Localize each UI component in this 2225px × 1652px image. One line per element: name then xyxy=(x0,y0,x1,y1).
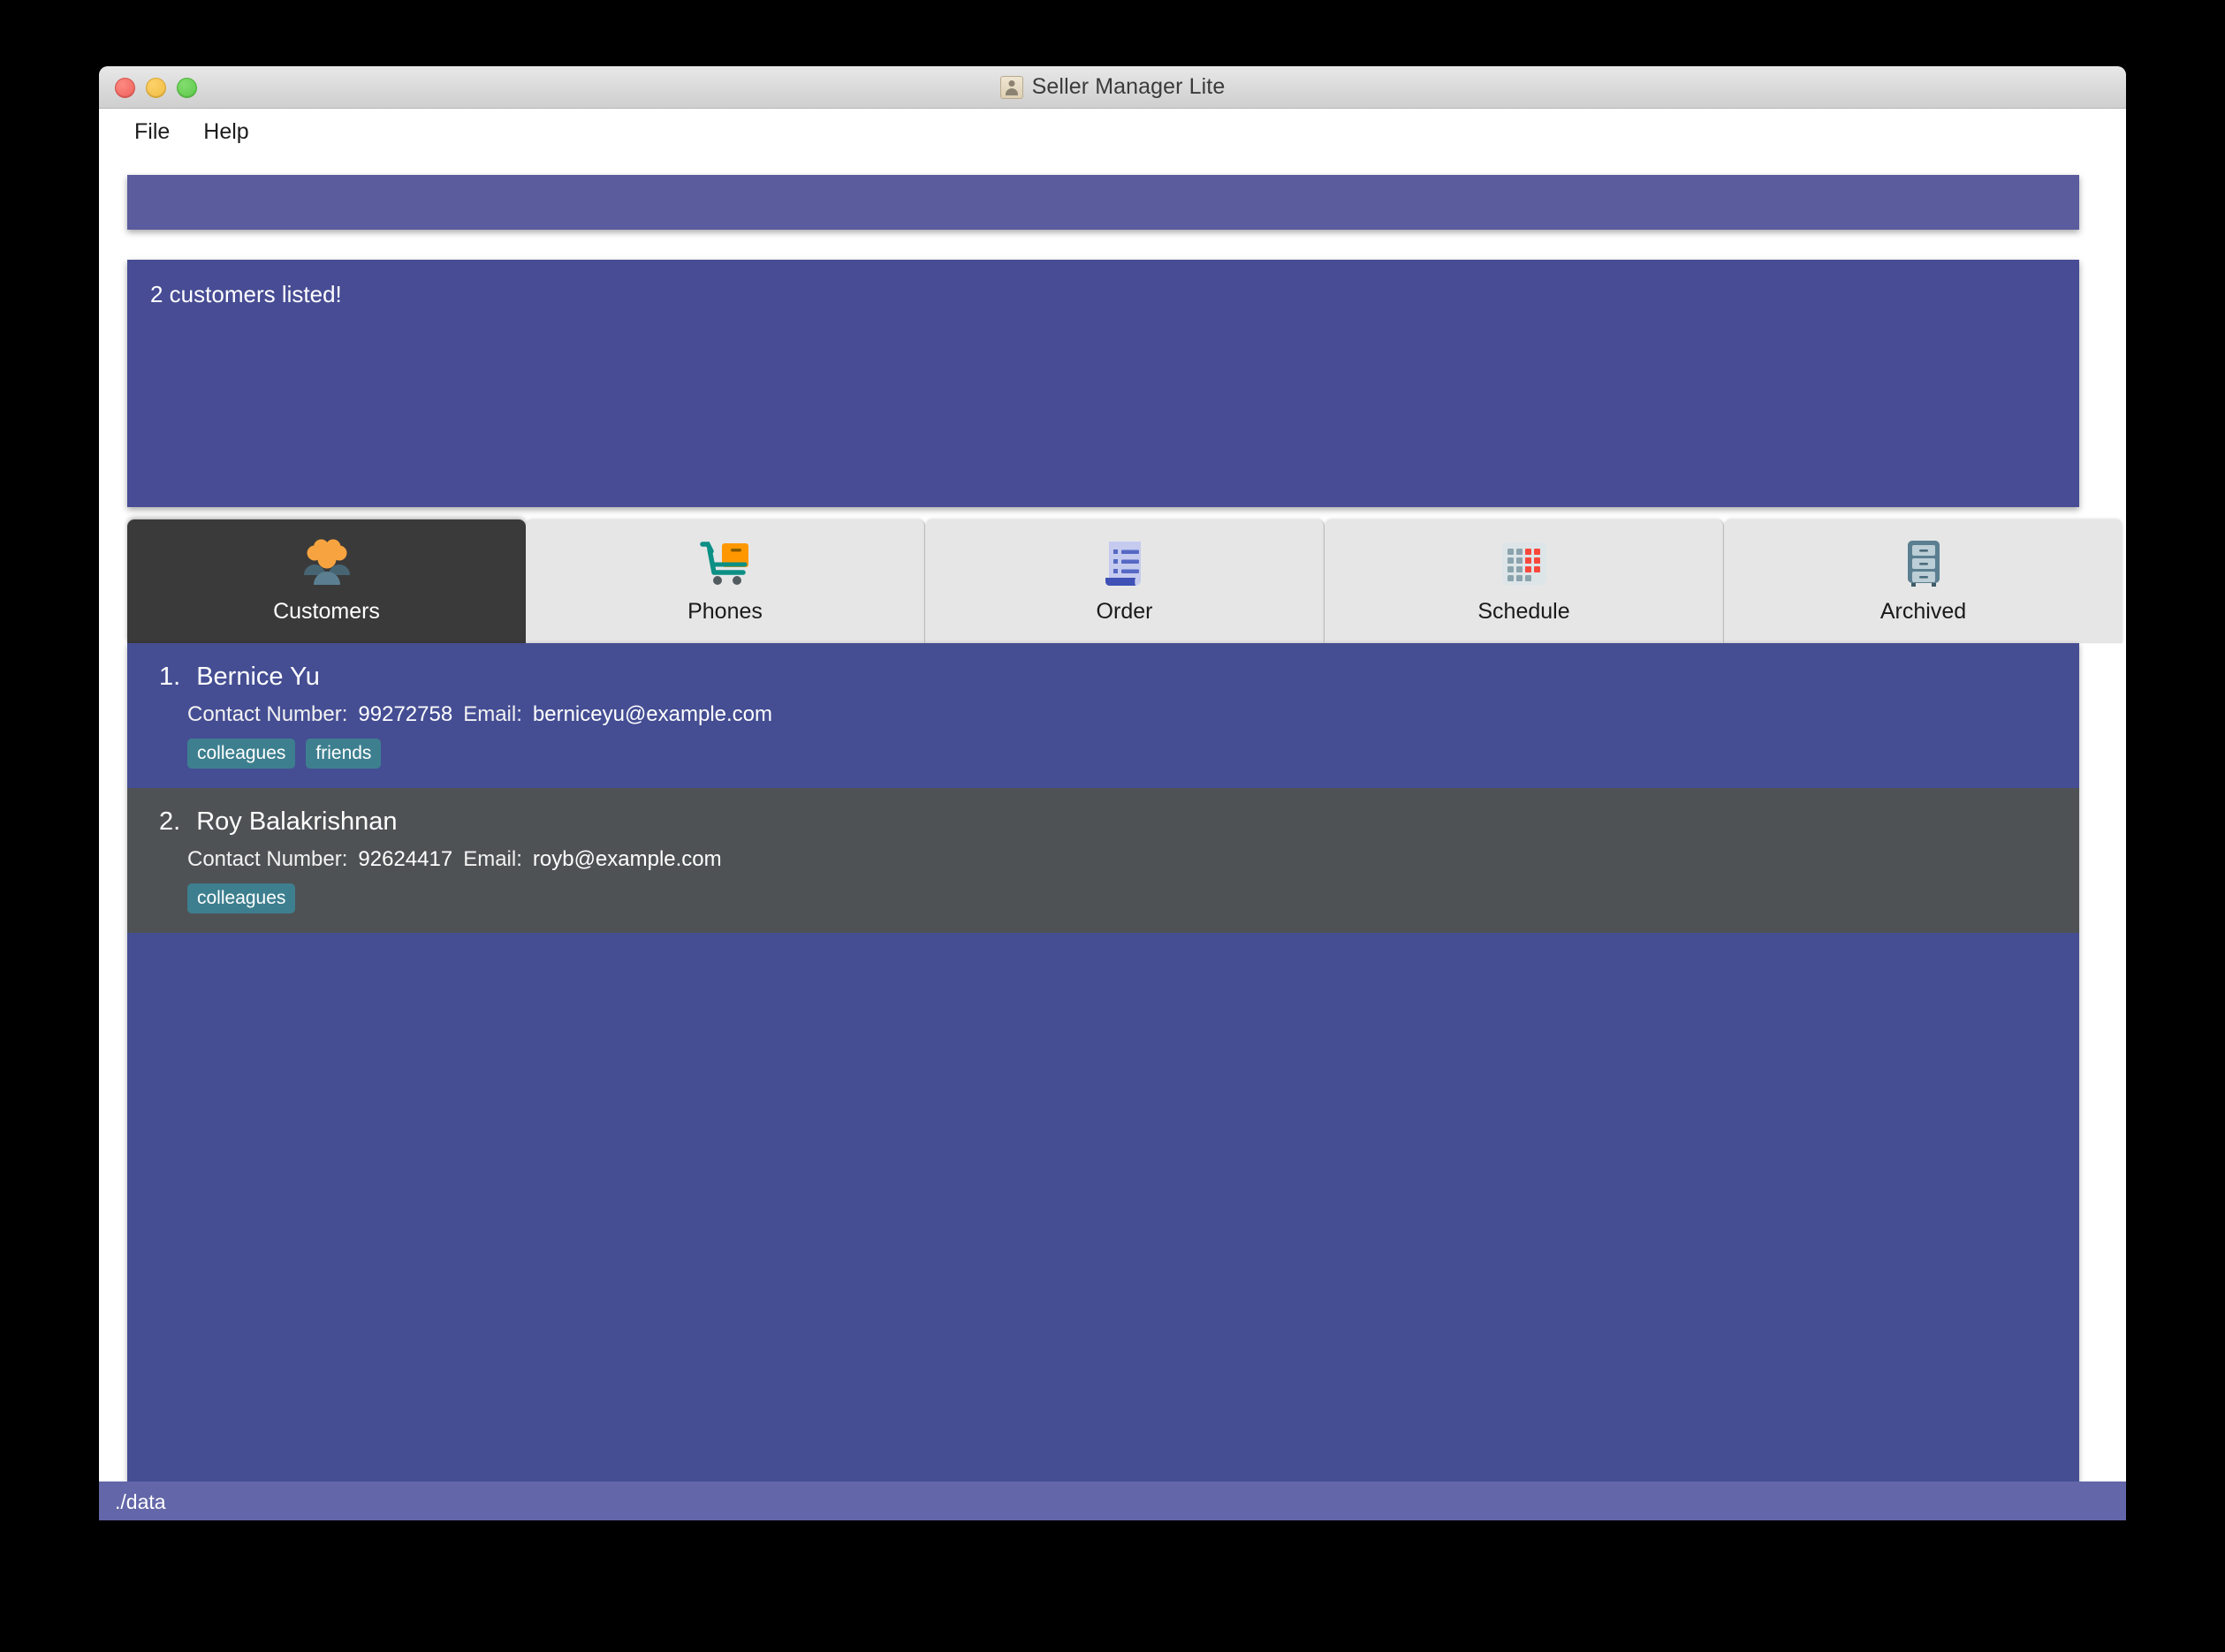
list-item-tags: colleagues xyxy=(187,883,2079,914)
shopping-cart-icon xyxy=(690,532,761,595)
list-item-index: 2. xyxy=(159,807,181,837)
application-window: Seller Manager Lite File Help 2 customer… xyxy=(99,66,2126,1520)
tab-order[interactable]: Order xyxy=(925,519,1325,643)
tag-chip: colleagues xyxy=(187,739,296,769)
menu-item-file[interactable]: File xyxy=(122,115,182,149)
tab-phones[interactable]: Phones xyxy=(526,519,925,643)
app-body: 2 customers listed! Customers Phones Ord… xyxy=(99,155,2126,1520)
tab-label-archived: Archived xyxy=(1879,599,1967,624)
window-title: Seller Manager Lite xyxy=(1031,74,1226,99)
tab-label-customers: Customers xyxy=(273,599,380,624)
list-item-header: 2. Roy Balakrishnan xyxy=(159,807,2079,837)
menubar: File Help xyxy=(99,109,2126,155)
menu-item-help[interactable]: Help xyxy=(191,115,261,149)
list-item-details: Contact Number: 92624417 Email: royb@exa… xyxy=(187,847,2079,872)
tag-chip: colleagues xyxy=(187,883,296,914)
customer-list-panel[interactable]: 1. Bernice Yu Contact Number: 99272758 E… xyxy=(127,643,2079,1520)
email-label: Email: xyxy=(463,702,522,726)
tab-bar: Customers Phones Order Schedule Archived xyxy=(127,519,2122,643)
email-value: berniceyu@example.com xyxy=(532,702,773,726)
tag-chip: friends xyxy=(306,739,382,769)
result-display-panel: 2 customers listed! xyxy=(127,260,2079,507)
tab-label-phones: Phones xyxy=(687,599,763,624)
list-item-name: Roy Balakrishnan xyxy=(196,807,398,837)
tab-schedule[interactable]: Schedule xyxy=(1325,519,1724,643)
list-item-tags: colleagues friends xyxy=(187,739,2079,769)
window-title-group: Seller Manager Lite xyxy=(99,66,2126,108)
tab-archived[interactable]: Archived xyxy=(1724,519,2122,643)
command-input[interactable] xyxy=(127,175,2079,230)
tab-label-order: Order xyxy=(1096,599,1153,624)
status-bar: ./data xyxy=(99,1481,2126,1520)
email-label: Email: xyxy=(463,847,522,872)
contact-number-label: Contact Number: xyxy=(187,702,348,726)
contact-number-value: 92624417 xyxy=(358,847,453,872)
file-cabinet-icon xyxy=(1888,532,1959,595)
calendar-grid-icon xyxy=(1489,532,1560,595)
desktop-background: Seller Manager Lite File Help 2 customer… xyxy=(0,0,2225,1652)
receipt-document-icon xyxy=(1090,532,1160,595)
tab-customers[interactable]: Customers xyxy=(127,519,526,643)
result-message: 2 customers listed! xyxy=(150,281,342,307)
people-group-icon xyxy=(292,532,362,595)
list-item-header: 1. Bernice Yu xyxy=(159,663,2079,692)
person-card-icon xyxy=(999,75,1023,99)
email-value: royb@example.com xyxy=(532,847,722,872)
list-item[interactable]: 2. Roy Balakrishnan Contact Number: 9262… xyxy=(127,788,2079,934)
tab-label-schedule: Schedule xyxy=(1477,599,1570,624)
window-titlebar: Seller Manager Lite xyxy=(99,66,2126,109)
contact-number-value: 99272758 xyxy=(358,702,453,726)
list-item[interactable]: 1. Bernice Yu Contact Number: 99272758 E… xyxy=(127,643,2079,789)
list-item-name: Bernice Yu xyxy=(196,663,320,691)
list-item-index: 1. xyxy=(159,663,181,691)
list-item-details: Contact Number: 99272758 Email: bernicey… xyxy=(187,702,2079,727)
status-bar-path: ./data xyxy=(115,1489,166,1513)
contact-number-label: Contact Number: xyxy=(187,847,348,872)
